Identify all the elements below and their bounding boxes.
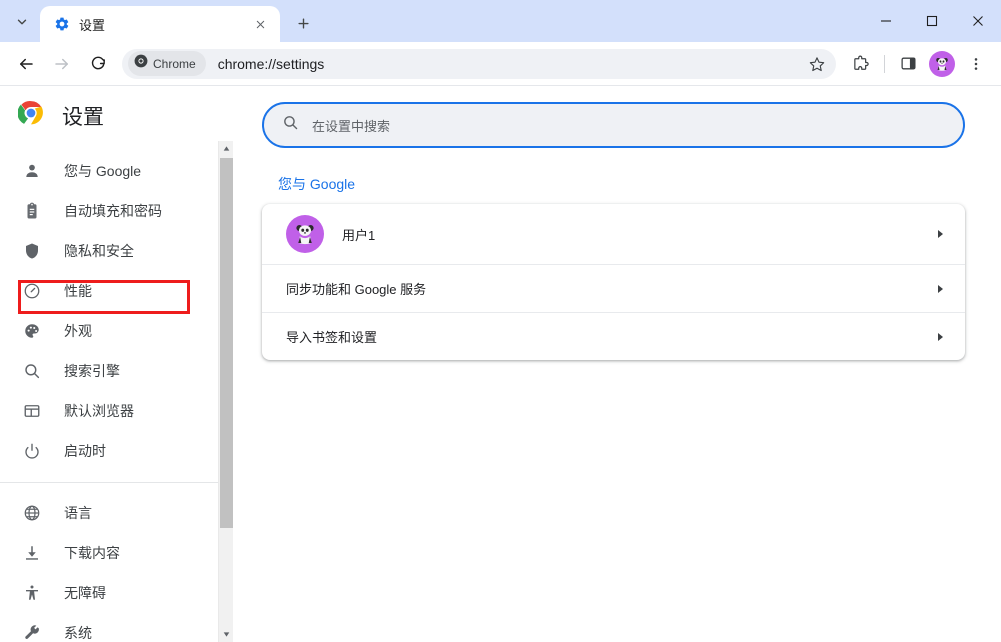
row-label: 同步功能和 Google 服务 <box>286 282 427 297</box>
chevron-right-icon <box>935 284 945 294</box>
tab-settings[interactable]: 设置 <box>40 6 280 42</box>
chrome-chip[interactable]: Chrome <box>128 51 206 76</box>
search-icon <box>22 361 42 381</box>
palette-icon <box>22 321 42 341</box>
globe-icon <box>22 503 42 523</box>
sidebar-item-label: 外观 <box>64 323 92 339</box>
settings-sidebar: 设置 您与 Google 自动填充和密码 隐私和安全 性能 外观 搜索引擎 默认… <box>0 86 233 642</box>
sidebar-item-autofill-passwords[interactable]: 自动填充和密码 <box>0 191 233 231</box>
section-title: 您与 Google <box>278 176 356 192</box>
sidebar-item-label: 下载内容 <box>64 545 120 561</box>
toolbar-divider <box>884 54 885 73</box>
settings-header: 设置 <box>0 86 233 147</box>
chrome-logo-icon <box>17 100 44 131</box>
sidebar-item-label: 您与 Google <box>64 163 142 179</box>
settings-content: 在设置中搜索 您与 Google 用户1 同步功能和 Google 服务 导入书… <box>233 86 1001 642</box>
bookmark-star-icon[interactable] <box>804 51 830 77</box>
panda-avatar <box>290 219 320 249</box>
person-icon <box>22 161 42 181</box>
panda-avatar <box>932 53 952 74</box>
new-tab-button[interactable] <box>288 8 318 38</box>
sidebar-item-label: 语言 <box>64 505 92 521</box>
title-bar: 设置 <box>0 0 1001 42</box>
sidebar-item-label: 自动填充和密码 <box>64 203 162 219</box>
sidebar-item-accessibility[interactable]: 无障碍 <box>0 573 233 613</box>
shield-icon <box>22 241 42 261</box>
sidebar-divider <box>0 482 233 483</box>
row-sync-google-services[interactable]: 同步功能和 Google 服务 <box>262 264 965 312</box>
sidebar-item-label: 默认浏览器 <box>64 403 134 419</box>
close-button[interactable] <box>955 0 1001 42</box>
browser-window: 设置 Chrome chrome://settings 设置 您与 Google… <box>0 0 1001 642</box>
maximize-button[interactable] <box>909 0 955 42</box>
sidebar-item-languages[interactable]: 语言 <box>0 493 233 533</box>
chevron-right-icon <box>935 229 945 239</box>
search-icon <box>282 114 299 136</box>
sidebar-item-label: 性能 <box>64 283 92 299</box>
speedometer-icon <box>22 281 42 301</box>
download-icon <box>22 543 42 563</box>
side-panel-icon[interactable] <box>893 49 923 79</box>
search-container: 在设置中搜索 <box>233 86 1001 148</box>
row-label: 导入书签和设置 <box>286 330 378 345</box>
scrollbar-thumb[interactable] <box>220 158 233 528</box>
row-label: 用户1 <box>342 227 376 243</box>
power-icon <box>22 441 42 461</box>
clipboard-icon <box>22 201 42 221</box>
sidebar-nav: 您与 Google 自动填充和密码 隐私和安全 性能 外观 搜索引擎 默认浏览器… <box>0 147 233 642</box>
sidebar-item-label: 启动时 <box>64 443 106 459</box>
url-text[interactable]: chrome://settings <box>218 56 804 72</box>
chevron-right-icon <box>935 332 945 342</box>
profile-avatar[interactable] <box>929 50 955 77</box>
you-and-google-card: 用户1 同步功能和 Google 服务 导入书签和设置 <box>262 204 965 360</box>
sidebar-item-performance[interactable]: 性能 <box>0 271 233 311</box>
accessibility-icon <box>22 583 42 603</box>
reload-icon[interactable] <box>83 49 113 79</box>
sidebar-item-label: 系统 <box>64 625 92 641</box>
wrench-icon <box>22 623 42 642</box>
sidebar-item-label: 无障碍 <box>64 585 106 601</box>
search-input[interactable]: 在设置中搜索 <box>262 102 965 148</box>
address-bar[interactable]: Chrome chrome://settings <box>122 48 836 79</box>
settings-page: 设置 您与 Google 自动填充和密码 隐私和安全 性能 外观 搜索引擎 默认… <box>0 86 1001 642</box>
sidebar-item-default-browser[interactable]: 默认浏览器 <box>0 391 233 431</box>
tab-title: 设置 <box>79 17 106 33</box>
back-icon[interactable] <box>11 49 41 79</box>
window-controls <box>863 0 1001 42</box>
gear-icon <box>54 16 70 32</box>
sidebar-item-label: 搜索引擎 <box>64 363 120 379</box>
browser-menu-icon[interactable] <box>961 49 991 79</box>
forward-icon[interactable] <box>47 49 77 79</box>
sidebar-item-search-engine[interactable]: 搜索引擎 <box>0 351 233 391</box>
sidebar-item-on-startup[interactable]: 启动时 <box>0 431 233 471</box>
scroll-up-icon[interactable] <box>219 141 234 156</box>
avatar <box>286 215 324 253</box>
sidebar-item-you-and-google[interactable]: 您与 Google <box>0 151 233 191</box>
browser-window-icon <box>22 401 42 421</box>
sidebar-scrollbar[interactable] <box>218 141 233 642</box>
search-placeholder: 在设置中搜索 <box>312 118 391 134</box>
sidebar-item-system[interactable]: 系统 <box>0 613 233 642</box>
sidebar-item-downloads[interactable]: 下载内容 <box>0 533 233 573</box>
browser-toolbar: Chrome chrome://settings <box>0 42 1001 86</box>
minimize-button[interactable] <box>863 0 909 42</box>
chrome-logo-icon <box>134 54 148 73</box>
row-profile[interactable]: 用户1 <box>262 204 965 264</box>
extensions-icon[interactable] <box>846 49 876 79</box>
sidebar-item-privacy-security[interactable]: 隐私和安全 <box>0 231 233 271</box>
chrome-chip-label: Chrome <box>153 56 196 71</box>
page-title: 设置 <box>62 105 104 129</box>
row-import-bookmarks-settings[interactable]: 导入书签和设置 <box>262 312 965 360</box>
close-icon[interactable] <box>250 14 270 34</box>
sidebar-item-label: 隐私和安全 <box>64 243 134 259</box>
scroll-down-icon[interactable] <box>219 627 234 642</box>
sidebar-item-appearance[interactable]: 外观 <box>0 311 233 351</box>
tab-search-icon[interactable] <box>8 8 36 36</box>
